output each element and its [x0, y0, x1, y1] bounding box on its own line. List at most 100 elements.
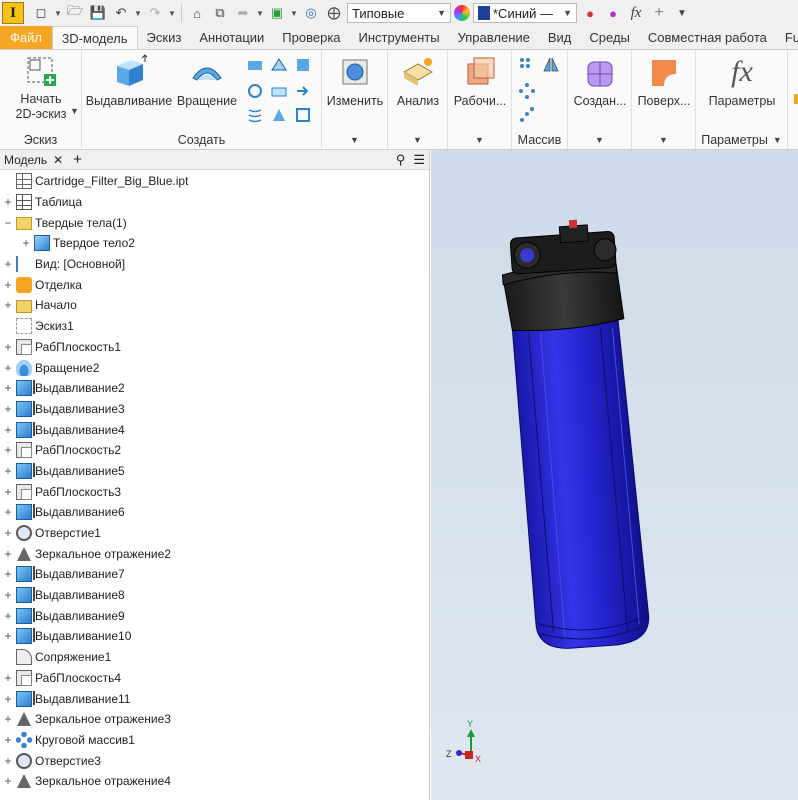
tree-item[interactable]: + РабПлоскость4: [0, 668, 429, 689]
tree-item[interactable]: + Зеркальное отражение4: [0, 771, 429, 792]
filter-housing-model[interactable]: Y Z X: [431, 150, 798, 800]
coil-icon[interactable]: [246, 82, 264, 100]
tree-item[interactable]: + РабПлоскость1: [0, 337, 429, 358]
tree-item[interactable]: + Начало: [0, 295, 429, 316]
tab-manage[interactable]: Управление: [449, 26, 539, 49]
fx-icon[interactable]: fx: [626, 3, 646, 23]
browser-tab-model[interactable]: Модель: [4, 153, 47, 167]
tab-fusion[interactable]: Fu: [776, 26, 798, 49]
home-icon[interactable]: ⌂: [187, 3, 207, 23]
open-folder-icon[interactable]: 🗁: [65, 3, 85, 23]
chevron-down-icon[interactable]: ▼: [134, 9, 142, 18]
add-tab-icon[interactable]: +: [73, 151, 82, 168]
tree-item[interactable]: + Круговой массив1: [0, 730, 429, 751]
expand-icon[interactable]: +: [2, 588, 14, 602]
tree-item[interactable]: + Твердое тело2: [0, 233, 429, 254]
expand-icon[interactable]: +: [2, 340, 14, 354]
tree-item[interactable]: + Отверстие1: [0, 523, 429, 544]
chevron-down-icon[interactable]: ▼: [448, 130, 511, 150]
parameters-group-footer[interactable]: Параметры ▼: [696, 130, 787, 150]
tab-annotate[interactable]: Аннотации: [190, 26, 273, 49]
expand-icon[interactable]: +: [2, 671, 14, 685]
expand-icon[interactable]: +: [2, 712, 14, 726]
expand-icon[interactable]: +: [2, 464, 14, 478]
select-icon[interactable]: ➦: [233, 3, 253, 23]
tab-view[interactable]: Вид: [539, 26, 581, 49]
analysis-button[interactable]: Анализ: [388, 54, 448, 109]
copy-icon[interactable]: ⧉: [210, 3, 230, 23]
chevron-down-icon[interactable]: ▼: [290, 9, 298, 18]
expand-icon[interactable]: +: [2, 278, 14, 292]
color-wheel-icon[interactable]: [454, 5, 470, 21]
expand-icon[interactable]: +: [2, 423, 14, 437]
chevron-down-icon[interactable]: ▼: [388, 130, 447, 150]
chevron-down-icon[interactable]: ▼: [54, 9, 62, 18]
expand-icon[interactable]: +: [2, 609, 14, 623]
new-file-icon[interactable]: ◻: [31, 3, 51, 23]
expand-icon[interactable]: +: [2, 381, 14, 395]
tree-item[interactable]: + Зеркальное отражение2: [0, 543, 429, 564]
expand-icon[interactable]: +: [2, 402, 14, 416]
tab-collaborate[interactable]: Совместная работа: [639, 26, 776, 49]
tree-item[interactable]: + Выдавливание7: [0, 564, 429, 585]
mirror-icon[interactable]: [542, 56, 560, 74]
plus-icon[interactable]: +: [649, 3, 669, 23]
circular-pattern-icon[interactable]: [518, 82, 536, 100]
color-dropdown[interactable]: *Синий — ▼: [473, 3, 577, 23]
surface-button[interactable]: Поверх...: [632, 54, 696, 109]
emboss-icon[interactable]: [270, 82, 288, 100]
tree-item[interactable]: + Выдавливание4: [0, 419, 429, 440]
chevron-down-icon[interactable]: ▼: [632, 130, 695, 150]
expand-icon[interactable]: +: [2, 443, 14, 457]
chevron-down-icon[interactable]: ▼: [322, 130, 387, 150]
tree-item[interactable]: + Таблица: [0, 192, 429, 213]
tree-item[interactable]: + Выдавливание11: [0, 688, 429, 709]
extrude-button[interactable]: Выдавливание: [84, 54, 174, 109]
expand-icon[interactable]: +: [2, 547, 14, 561]
expand-icon[interactable]: +: [2, 692, 14, 706]
tree-item[interactable]: + Вид: [Основной]: [0, 254, 429, 275]
spring-icon[interactable]: [246, 106, 264, 124]
modify-button[interactable]: Изменить: [322, 54, 388, 109]
expand-icon[interactable]: +: [2, 257, 14, 271]
tree-item[interactable]: + Отделка: [0, 274, 429, 295]
expand-icon[interactable]: +: [20, 236, 32, 250]
tree-item[interactable]: + Выдавливание3: [0, 399, 429, 420]
derive-icon[interactable]: [294, 82, 312, 100]
undo-icon[interactable]: ↶: [111, 3, 131, 23]
expand-icon[interactable]: +: [2, 754, 14, 768]
tree-item[interactable]: + Вращение2: [0, 357, 429, 378]
tree-item[interactable]: + Выдавливание9: [0, 605, 429, 626]
tree-item[interactable]: Эскиз1: [0, 316, 429, 337]
tree-item[interactable]: + РабПлоскость2: [0, 440, 429, 461]
save-icon[interactable]: 💾: [88, 3, 108, 23]
chevron-down-icon[interactable]: ▼: [168, 9, 176, 18]
material-icon[interactable]: ◎: [301, 3, 321, 23]
expand-icon[interactable]: +: [2, 774, 14, 788]
tree-item[interactable]: + Зеркальное отражение3: [0, 709, 429, 730]
wireframe-icon[interactable]: ⨁: [324, 3, 344, 23]
tree-item[interactable]: Сопряжение1: [0, 647, 429, 668]
expand-icon[interactable]: +: [2, 195, 14, 209]
import-icon[interactable]: [294, 106, 312, 124]
sketch-pattern-icon[interactable]: [518, 106, 536, 124]
expand-icon[interactable]: +: [2, 505, 14, 519]
expand-icon[interactable]: +: [2, 526, 14, 540]
expand-icon[interactable]: +: [2, 298, 14, 312]
graphics-viewport[interactable]: Y Z X: [431, 150, 798, 800]
appearance-dropdown[interactable]: Типовые ▼: [347, 3, 451, 23]
tree-item[interactable]: + РабПлоскость3: [0, 481, 429, 502]
tab-inspect[interactable]: Проверка: [273, 26, 349, 49]
tree-item[interactable]: + Выдавливание5: [0, 461, 429, 482]
work-features-button[interactable]: Рабочи...: [448, 54, 512, 109]
customize-icon[interactable]: ▼: [672, 3, 692, 23]
decal-icon[interactable]: [270, 106, 288, 124]
close-icon[interactable]: ✕: [53, 153, 63, 167]
chevron-down-icon[interactable]: ▼: [256, 9, 264, 18]
parameters-button[interactable]: fx Параметры: [696, 54, 788, 109]
search-icon[interactable]: ⚲: [396, 152, 406, 168]
chevron-down-icon[interactable]: ▼: [568, 130, 631, 150]
redo-icon[interactable]: ↷: [145, 3, 165, 23]
rib-icon[interactable]: [294, 56, 312, 74]
tree-item[interactable]: + Выдавливание6: [0, 502, 429, 523]
